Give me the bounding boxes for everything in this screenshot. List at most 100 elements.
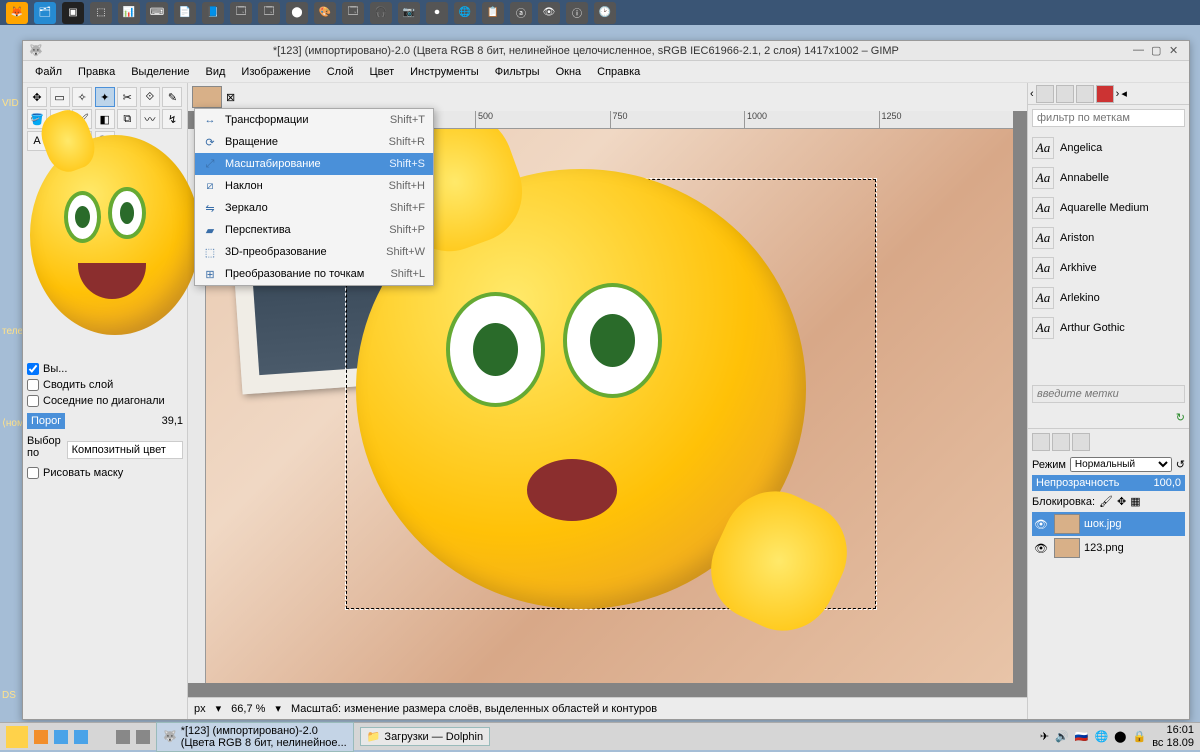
taskbar-task-dolphin[interactable]: 📁 Загрузки — Dolphin: [360, 727, 490, 746]
app-icon[interactable]: 👁: [538, 2, 560, 24]
lock-alpha-icon[interactable]: ▦: [1130, 495, 1140, 508]
tray-icon[interactable]: ⬤: [1114, 730, 1126, 743]
free-select-tool-icon[interactable]: ✧: [72, 87, 92, 107]
layers-tab-icon[interactable]: [1032, 433, 1050, 451]
menu-select[interactable]: Выделение: [123, 63, 197, 81]
transform-tool-icon[interactable]: ⟐: [140, 87, 160, 107]
app-icon[interactable]: 🗔: [258, 2, 280, 24]
menu-layer[interactable]: Слой: [319, 63, 362, 81]
move-tool-icon[interactable]: ✥: [27, 87, 47, 107]
eraser-tool-icon[interactable]: ◧: [95, 109, 115, 129]
launcher-icon[interactable]: [136, 730, 150, 744]
firefox-icon[interactable]: 🦊: [6, 2, 28, 24]
layer-row[interactable]: 👁 шок.jpg: [1032, 512, 1185, 536]
menu-item-scale[interactable]: ⤢МасштабированиеShift+S: [195, 153, 433, 175]
zoom-combo[interactable]: 66,7 %: [231, 703, 265, 715]
menu-item-3d-transform[interactable]: ⬚3D-преобразованиеShift+W: [195, 241, 433, 263]
app-icon[interactable]: ⬚: [90, 2, 112, 24]
menu-image[interactable]: Изображение: [233, 63, 318, 81]
doc-history-tab-icon[interactable]: [1096, 85, 1114, 103]
launcher-icon[interactable]: [116, 730, 130, 744]
menu-item-flip[interactable]: ⇋ЗеркалоShift+F: [195, 197, 433, 219]
tray-icon[interactable]: 🇷🇺: [1075, 730, 1089, 743]
visibility-eye-icon[interactable]: 👁: [1034, 518, 1050, 531]
dock-menu-icon[interactable]: ◂: [1121, 87, 1127, 100]
app-icon[interactable]: 📷: [398, 2, 420, 24]
minimize-button[interactable]: —: [1133, 44, 1147, 58]
app-icon[interactable]: 🗔: [342, 2, 364, 24]
paths-tab-icon[interactable]: [1072, 433, 1090, 451]
opacity-slider[interactable]: Непрозрачность 100,0: [1032, 475, 1185, 491]
clock[interactable]: 16:01 вс 18.09: [1152, 724, 1194, 748]
menu-item-handle-transform[interactable]: ⊞Преобразование по точкамShift+L: [195, 263, 433, 285]
maximize-button[interactable]: ▢: [1151, 44, 1165, 58]
chevron-left-icon[interactable]: ‹: [1030, 88, 1034, 100]
menu-item-rotate[interactable]: ⟳ВращениеShift+R: [195, 131, 433, 153]
menu-file[interactable]: Файл: [27, 63, 70, 81]
brushes-tab-icon[interactable]: [1036, 85, 1054, 103]
menu-item-shear[interactable]: ⧄НаклонShift+H: [195, 175, 433, 197]
visibility-eye-icon[interactable]: 👁: [1034, 542, 1050, 555]
lock-position-icon[interactable]: ✥: [1117, 495, 1126, 508]
titlebar[interactable]: 🐺 *[123] (импортировано)-2.0 (Цвета RGB …: [23, 41, 1189, 61]
warp-tool-icon[interactable]: ✎: [162, 87, 182, 107]
gimp-icon[interactable]: 🎨: [314, 2, 336, 24]
check-draw-mask[interactable]: Рисовать маску: [27, 465, 183, 481]
app-icon[interactable]: ⓘ: [566, 2, 588, 24]
launcher-icon[interactable]: [34, 730, 48, 744]
app-icon[interactable]: 📊: [118, 2, 140, 24]
fuzzy-select-tool-icon[interactable]: ✦: [95, 87, 115, 107]
tray-icon[interactable]: 🔊: [1055, 730, 1069, 743]
clone-tool-icon[interactable]: ⧉: [117, 109, 137, 129]
rect-select-tool-icon[interactable]: ▭: [50, 87, 70, 107]
select-by-combo[interactable]: Композитный цвет: [67, 441, 183, 459]
reset-icon[interactable]: ↺: [1176, 458, 1185, 471]
menu-color[interactable]: Цвет: [361, 63, 402, 81]
threshold-slider[interactable]: Порог 39,1: [27, 413, 183, 429]
mode-select[interactable]: Нормальный: [1070, 457, 1172, 472]
menu-filters[interactable]: Фильтры: [487, 63, 548, 81]
menu-edit[interactable]: Правка: [70, 63, 123, 81]
layer-row[interactable]: 👁 123.png: [1032, 536, 1185, 560]
menu-view[interactable]: Вид: [198, 63, 234, 81]
fonts-tab-icon[interactable]: [1076, 85, 1094, 103]
menu-tools[interactable]: Инструменты: [402, 63, 487, 81]
font-tags-input[interactable]: [1032, 385, 1185, 403]
app-icon[interactable]: 📋: [482, 2, 504, 24]
terminal-icon[interactable]: ▣: [62, 2, 84, 24]
check-option[interactable]: Вы...: [27, 361, 183, 377]
app-icon[interactable]: 🕑: [594, 2, 616, 24]
app-icon[interactable]: ⬤: [286, 2, 308, 24]
check-merge-layer[interactable]: Сводить слой: [27, 377, 183, 393]
tray-lock-icon[interactable]: 🔒: [1132, 730, 1146, 743]
refresh-icon[interactable]: ↻: [1176, 412, 1185, 424]
font-list[interactable]: AaAngelica AaAnnabelle AaAquarelle Mediu…: [1028, 131, 1189, 381]
files-icon[interactable]: 🗂: [34, 2, 56, 24]
menu-item-perspective[interactable]: ▰ПерспективаShift+P: [195, 219, 433, 241]
font-filter-input[interactable]: [1032, 109, 1185, 127]
layer-name[interactable]: 123.png: [1084, 542, 1124, 554]
app-icon[interactable]: 🌐: [454, 2, 476, 24]
close-button[interactable]: ✕: [1169, 44, 1183, 58]
launcher-icon[interactable]: [54, 730, 68, 744]
unit-combo[interactable]: px: [194, 703, 206, 715]
app-icon[interactable]: ⌨: [146, 2, 168, 24]
launcher-icon[interactable]: [74, 730, 88, 744]
crop-tool-icon[interactable]: ✂: [117, 87, 137, 107]
app-icon[interactable]: 🎧: [370, 2, 392, 24]
taskbar-task-gimp[interactable]: 🐺 *[123] (импортировано)-2.0 (Цвета RGB …: [156, 722, 354, 752]
menu-item-transform[interactable]: ↔ТрансформацииShift+T: [195, 109, 433, 131]
channels-tab-icon[interactable]: [1052, 433, 1070, 451]
app-icon[interactable]: ⏺: [426, 2, 448, 24]
smudge-tool-icon[interactable]: 〰: [140, 109, 160, 129]
check-diagonal[interactable]: Соседние по диагонали: [27, 393, 183, 409]
app-icon[interactable]: 🗔: [230, 2, 252, 24]
tray-icon[interactable]: 🌐: [1094, 730, 1108, 743]
path-tool-icon[interactable]: ↯: [162, 109, 182, 129]
chevron-right-icon[interactable]: ›: [1116, 88, 1120, 100]
start-icon[interactable]: [6, 726, 28, 748]
lock-pixel-icon[interactable]: 🖌: [1099, 495, 1113, 508]
tab-close-icon[interactable]: ⊠: [226, 91, 235, 104]
patterns-tab-icon[interactable]: [1056, 85, 1074, 103]
app-icon[interactable]: 📘: [202, 2, 224, 24]
